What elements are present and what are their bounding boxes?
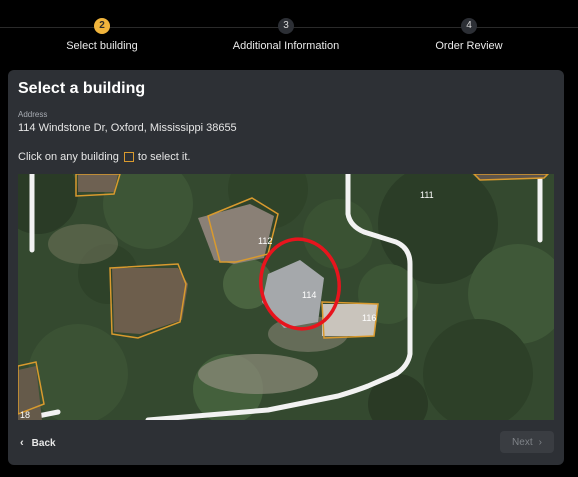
building-label: 116 xyxy=(362,313,376,323)
step-label: Additional Information xyxy=(232,40,340,52)
address-value: 114 Windstone Dr, Oxford, Mississippi 38… xyxy=(18,122,237,134)
back-button-label: Back xyxy=(31,437,56,449)
building-label: 114 xyxy=(302,290,316,300)
progress-stepper: 2 Select building 3 Additional Informati… xyxy=(0,0,578,68)
select-building-card: Select a building Address 114 Windstone … xyxy=(8,70,564,465)
selection-hint: Click on any building to select it. xyxy=(18,151,190,163)
chevron-right-icon: › xyxy=(538,436,542,448)
step-label: Select building xyxy=(66,40,138,52)
hint-text-after: to select it. xyxy=(137,151,191,163)
step-order-review: 4 Order Review xyxy=(389,18,549,52)
step-select-building: 2 Select building xyxy=(22,18,182,52)
building-outline-icon xyxy=(123,152,134,162)
step-additional-information: 3 Additional Information xyxy=(206,18,366,52)
next-button[interactable]: Next › xyxy=(500,431,554,453)
aerial-map[interactable]: 111 112 114 116 18 xyxy=(18,174,554,420)
building-label: 112 xyxy=(258,236,272,246)
page-title: Select a building xyxy=(18,80,146,97)
chevron-left-icon: ‹ xyxy=(20,437,24,449)
building-label: 18 xyxy=(20,410,30,420)
step-number: 2 xyxy=(94,18,110,34)
back-button[interactable]: ‹ Back xyxy=(20,432,56,454)
next-button-label: Next xyxy=(512,436,533,448)
step-number: 3 xyxy=(278,18,294,34)
step-label: Order Review xyxy=(435,40,503,52)
building-label: 111 xyxy=(420,190,434,200)
hint-text-before: Click on any building xyxy=(18,151,119,163)
address-label: Address xyxy=(18,110,48,119)
step-number: 4 xyxy=(461,18,477,34)
